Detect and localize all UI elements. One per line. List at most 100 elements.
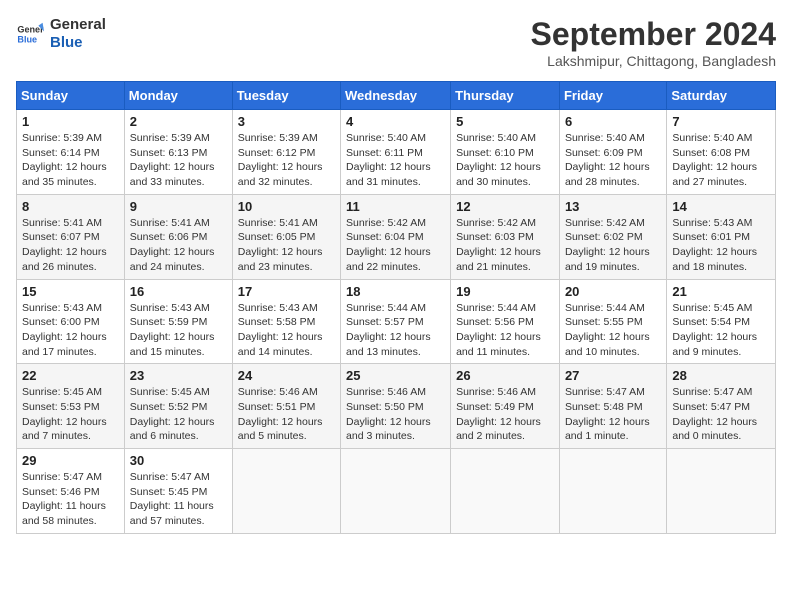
day-info: Sunrise: 5:46 AM Sunset: 5:51 PM Dayligh…	[238, 385, 335, 444]
calendar-header-row: SundayMondayTuesdayWednesdayThursdayFrid…	[17, 82, 776, 110]
day-info: Sunrise: 5:40 AM Sunset: 6:11 PM Dayligh…	[346, 131, 445, 190]
day-info: Sunrise: 5:47 AM Sunset: 5:48 PM Dayligh…	[565, 385, 661, 444]
day-number: 4	[346, 114, 445, 129]
day-info: Sunrise: 5:44 AM Sunset: 5:56 PM Dayligh…	[456, 301, 554, 360]
day-info: Sunrise: 5:45 AM Sunset: 5:53 PM Dayligh…	[22, 385, 119, 444]
logo: General Blue General Blue	[16, 16, 106, 52]
day-info: Sunrise: 5:40 AM Sunset: 6:09 PM Dayligh…	[565, 131, 661, 190]
calendar-cell	[451, 449, 560, 534]
day-number: 29	[22, 453, 119, 468]
calendar-cell: 10Sunrise: 5:41 AM Sunset: 6:05 PM Dayli…	[232, 194, 340, 279]
day-info: Sunrise: 5:39 AM Sunset: 6:12 PM Dayligh…	[238, 131, 335, 190]
logo-text-blue: Blue	[50, 34, 106, 52]
day-info: Sunrise: 5:46 AM Sunset: 5:50 PM Dayligh…	[346, 385, 445, 444]
calendar-week-row: 1 Sunrise: 5:39 AM Sunset: 6:14 PM Daylig…	[17, 110, 776, 195]
day-number: 26	[456, 368, 554, 383]
calendar-cell: 13 Sunrise: 5:42 AM Sunset: 6:02 PM Dayli…	[559, 194, 666, 279]
day-number: 5	[456, 114, 554, 129]
day-number: 10	[238, 199, 335, 214]
day-number: 22	[22, 368, 119, 383]
calendar-cell: 7Sunrise: 5:40 AM Sunset: 6:08 PM Daylig…	[667, 110, 776, 195]
day-info: Sunrise: 5:43 AM Sunset: 6:00 PM Dayligh…	[22, 301, 119, 360]
calendar-cell: 17 Sunrise: 5:43 AM Sunset: 5:58 PM Dayli…	[232, 279, 340, 364]
calendar-cell: 22 Sunrise: 5:45 AM Sunset: 5:53 PM Dayli…	[17, 364, 125, 449]
calendar-cell: 4 Sunrise: 5:40 AM Sunset: 6:11 PM Daylig…	[341, 110, 451, 195]
location: Lakshmipur, Chittagong, Bangladesh	[531, 53, 776, 69]
calendar-cell: 29 Sunrise: 5:47 AM Sunset: 5:46 PM Dayli…	[17, 449, 125, 534]
weekday-header-sunday: Sunday	[17, 82, 125, 110]
day-number: 1	[22, 114, 119, 129]
weekday-header-wednesday: Wednesday	[341, 82, 451, 110]
calendar-cell: 30 Sunrise: 5:47 AM Sunset: 5:45 PM Dayli…	[124, 449, 232, 534]
day-info: Sunrise: 5:45 AM Sunset: 5:52 PM Dayligh…	[130, 385, 227, 444]
day-number: 8	[22, 199, 119, 214]
day-info: Sunrise: 5:40 AM Sunset: 6:10 PM Dayligh…	[456, 131, 554, 190]
day-number: 18	[346, 284, 445, 299]
calendar-cell: 8 Sunrise: 5:41 AM Sunset: 6:07 PM Daylig…	[17, 194, 125, 279]
day-number: 6	[565, 114, 661, 129]
day-info: Sunrise: 5:47 AM Sunset: 5:46 PM Dayligh…	[22, 470, 119, 529]
calendar-cell: 6 Sunrise: 5:40 AM Sunset: 6:09 PM Daylig…	[559, 110, 666, 195]
page-header: General Blue General Blue September 2024…	[16, 16, 776, 69]
calendar-week-row: 15 Sunrise: 5:43 AM Sunset: 6:00 PM Dayli…	[17, 279, 776, 364]
day-info: Sunrise: 5:43 AM Sunset: 5:58 PM Dayligh…	[238, 301, 335, 360]
day-number: 15	[22, 284, 119, 299]
calendar-cell: 9 Sunrise: 5:41 AM Sunset: 6:06 PM Daylig…	[124, 194, 232, 279]
day-info: Sunrise: 5:41 AM Sunset: 6:06 PM Dayligh…	[130, 216, 227, 275]
day-info: Sunrise: 5:42 AM Sunset: 6:03 PM Dayligh…	[456, 216, 554, 275]
day-number: 25	[346, 368, 445, 383]
calendar-cell: 28 Sunrise: 5:47 AM Sunset: 5:47 PM Dayli…	[667, 364, 776, 449]
day-info: Sunrise: 5:42 AM Sunset: 6:02 PM Dayligh…	[565, 216, 661, 275]
calendar-cell	[341, 449, 451, 534]
calendar-week-row: 8 Sunrise: 5:41 AM Sunset: 6:07 PM Daylig…	[17, 194, 776, 279]
weekday-header-thursday: Thursday	[451, 82, 560, 110]
day-info: Sunrise: 5:46 AM Sunset: 5:49 PM Dayligh…	[456, 385, 554, 444]
month-title: September 2024	[531, 16, 776, 53]
day-info: Sunrise: 5:39 AM Sunset: 6:13 PM Dayligh…	[130, 131, 227, 190]
day-number: 17	[238, 284, 335, 299]
calendar-table: SundayMondayTuesdayWednesdayThursdayFrid…	[16, 81, 776, 534]
day-info: Sunrise: 5:47 AM Sunset: 5:47 PM Dayligh…	[672, 385, 770, 444]
day-info: Sunrise: 5:45 AM Sunset: 5:54 PM Dayligh…	[672, 301, 770, 360]
calendar-week-row: 22 Sunrise: 5:45 AM Sunset: 5:53 PM Dayli…	[17, 364, 776, 449]
day-number: 24	[238, 368, 335, 383]
day-number: 3	[238, 114, 335, 129]
calendar-cell: 14Sunrise: 5:43 AM Sunset: 6:01 PM Dayli…	[667, 194, 776, 279]
calendar-cell: 24 Sunrise: 5:46 AM Sunset: 5:51 PM Dayli…	[232, 364, 340, 449]
day-info: Sunrise: 5:39 AM Sunset: 6:14 PM Dayligh…	[22, 131, 119, 190]
calendar-cell: 25 Sunrise: 5:46 AM Sunset: 5:50 PM Dayli…	[341, 364, 451, 449]
day-number: 7	[672, 114, 770, 129]
day-number: 28	[672, 368, 770, 383]
calendar-cell: 11 Sunrise: 5:42 AM Sunset: 6:04 PM Dayli…	[341, 194, 451, 279]
logo-icon: General Blue	[16, 20, 44, 48]
day-number: 2	[130, 114, 227, 129]
day-number: 20	[565, 284, 661, 299]
day-number: 21	[672, 284, 770, 299]
day-number: 12	[456, 199, 554, 214]
day-info: Sunrise: 5:42 AM Sunset: 6:04 PM Dayligh…	[346, 216, 445, 275]
day-number: 16	[130, 284, 227, 299]
day-number: 14	[672, 199, 770, 214]
calendar-cell: 26 Sunrise: 5:46 AM Sunset: 5:49 PM Dayli…	[451, 364, 560, 449]
day-info: Sunrise: 5:47 AM Sunset: 5:45 PM Dayligh…	[130, 470, 227, 529]
day-info: Sunrise: 5:41 AM Sunset: 6:07 PM Dayligh…	[22, 216, 119, 275]
calendar-cell	[559, 449, 666, 534]
weekday-header-saturday: Saturday	[667, 82, 776, 110]
day-number: 30	[130, 453, 227, 468]
day-number: 27	[565, 368, 661, 383]
day-number: 23	[130, 368, 227, 383]
calendar-cell: 5 Sunrise: 5:40 AM Sunset: 6:10 PM Daylig…	[451, 110, 560, 195]
weekday-header-friday: Friday	[559, 82, 666, 110]
day-number: 13	[565, 199, 661, 214]
day-number: 19	[456, 284, 554, 299]
calendar-cell: 2 Sunrise: 5:39 AM Sunset: 6:13 PM Daylig…	[124, 110, 232, 195]
title-block: September 2024 Lakshmipur, Chittagong, B…	[531, 16, 776, 69]
calendar-cell: 19 Sunrise: 5:44 AM Sunset: 5:56 PM Dayli…	[451, 279, 560, 364]
calendar-cell	[667, 449, 776, 534]
day-number: 9	[130, 199, 227, 214]
calendar-cell: 12 Sunrise: 5:42 AM Sunset: 6:03 PM Dayli…	[451, 194, 560, 279]
calendar-cell	[232, 449, 340, 534]
day-number: 11	[346, 199, 445, 214]
day-info: Sunrise: 5:43 AM Sunset: 5:59 PM Dayligh…	[130, 301, 227, 360]
svg-text:Blue: Blue	[17, 34, 37, 44]
